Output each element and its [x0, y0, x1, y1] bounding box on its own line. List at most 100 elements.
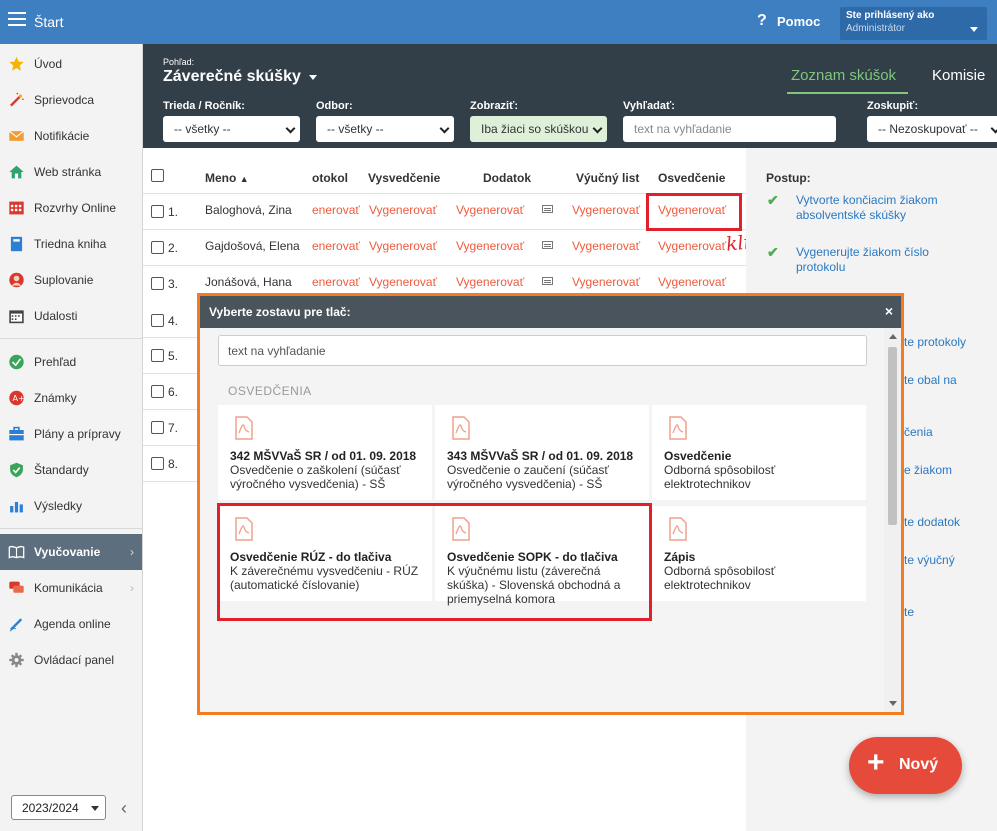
sidebar-item-uvod[interactable]: Úvod	[0, 46, 142, 82]
row-checkbox[interactable]	[151, 349, 164, 362]
book-icon	[10, 236, 23, 252]
modal-search-input[interactable]: text na vyhľadanie	[218, 335, 867, 366]
app-title[interactable]: Štart	[34, 14, 64, 30]
generate-protokol-link[interactable]: enerovať	[312, 203, 360, 217]
view-title[interactable]: Záverečné skúšky	[163, 68, 301, 86]
report-card[interactable]: 343 MŠVVaŠ SR / od 01. 09. 2018 Osvedčen…	[435, 405, 649, 500]
student-name[interactable]: Baloghová, Zina	[205, 203, 292, 217]
sidebar-item-label: Triedna kniha	[34, 237, 107, 251]
sidebar-item-ovladaci-panel[interactable]: Ovládací panel	[0, 642, 142, 678]
guide-step-link[interactable]: čenia	[904, 425, 933, 439]
guide-step-link[interactable]: te dodatok	[904, 515, 960, 529]
new-button[interactable]: + Nový	[849, 737, 962, 794]
sidebar-item-label: Udalosti	[34, 309, 78, 323]
chevron-down-icon	[285, 123, 296, 134]
chevron-down-icon[interactable]	[309, 75, 317, 80]
guide-step-link[interactable]: te obal na	[904, 373, 957, 387]
document-icon[interactable]	[542, 205, 553, 213]
guide-step-link[interactable]: te protokoly	[904, 335, 966, 349]
student-name[interactable]: Jonášová, Hana	[205, 275, 292, 289]
chevron-down-icon	[91, 806, 99, 811]
row-checkbox[interactable]	[151, 314, 164, 327]
sidebar-item-sprievodca[interactable]: Sprievodca	[0, 82, 142, 118]
zoskupit-select[interactable]: -- Nezoskupovať --	[867, 116, 997, 142]
zobrazit-select[interactable]: Iba žiaci so skúškou	[470, 116, 607, 142]
column-header-meno[interactable]: Meno ▲	[205, 171, 249, 185]
sidebar-item-znamky[interactable]: A+ Známky	[0, 380, 142, 416]
document-icon[interactable]	[542, 277, 553, 285]
sidebar-item-prehlad[interactable]: Prehľad	[0, 344, 142, 380]
sidebar-item-agenda[interactable]: Agenda online	[0, 606, 142, 642]
hamburger-menu-icon[interactable]	[8, 12, 26, 26]
guide-step-link[interactable]: Vytvorte končiacim žiakom absolventské s…	[796, 193, 976, 223]
guide-step-link[interactable]: te výučný	[904, 553, 955, 567]
trieda-select[interactable]: -- všetky --	[163, 116, 300, 142]
row-checkbox[interactable]	[151, 277, 164, 290]
column-header-osvedcenie[interactable]: Osvedčenie	[658, 171, 725, 185]
generate-protokol-link[interactable]: enerovať	[312, 275, 360, 289]
sidebar-item-komunikacia[interactable]: Komunikácia ›	[0, 570, 142, 606]
trieda-label: Trieda / Ročník:	[163, 100, 245, 112]
column-header-protokol[interactable]: otokol	[312, 171, 348, 185]
generate-vyucny-list-link[interactable]: Vygenerovať	[572, 203, 640, 217]
close-icon[interactable]: ×	[885, 303, 893, 319]
row-checkbox[interactable]	[151, 385, 164, 398]
column-header-dodatok[interactable]: Dodatok	[483, 171, 531, 185]
collapse-sidebar-icon[interactable]: ‹	[121, 798, 127, 819]
search-input[interactable]: text na vyhľadanie	[623, 116, 836, 142]
tab-komisie[interactable]: Komisie	[932, 67, 985, 84]
generate-vysvedcenie-link[interactable]: Vygenerovať	[369, 239, 437, 253]
row-checkbox[interactable]	[151, 241, 164, 254]
generate-vysvedcenie-link[interactable]: Vygenerovať	[369, 275, 437, 289]
sidebar-item-udalosti[interactable]: Udalosti	[0, 298, 142, 334]
modal-body: text na vyhľadanie OSVEDČENIA 342 MŠVVaŠ…	[200, 328, 884, 712]
sidebar-item-label: Notifikácie	[34, 129, 90, 143]
odbor-select[interactable]: -- všetky --	[316, 116, 454, 142]
column-header-vysvedcenie[interactable]: Vysvedčenie	[368, 171, 440, 185]
report-card[interactable]: Osvedčenie Odborná spôsobilosť elektrote…	[652, 405, 866, 500]
select-all-checkbox[interactable]	[151, 169, 164, 182]
user-menu[interactable]: Ste prihlásený ako Administrátor	[840, 7, 987, 40]
sidebar-item-notifikacie[interactable]: Notifikácie	[0, 118, 142, 154]
scroll-up-icon[interactable]	[889, 334, 897, 339]
generate-osvedcenie-link[interactable]: Vygenerovať	[658, 239, 726, 253]
row-checkbox[interactable]	[151, 421, 164, 434]
sidebar-item-plany[interactable]: Plány a prípravy	[0, 416, 142, 452]
report-card[interactable]: Zápis Odborná spôsobilosť elektrotechnik…	[652, 506, 866, 601]
guide-step-link[interactable]: te	[904, 605, 914, 619]
row-checkbox[interactable]	[151, 457, 164, 470]
year-select[interactable]: 2023/2024	[11, 795, 106, 820]
help-icon[interactable]: ?	[757, 12, 767, 30]
generate-osvedcenie-link[interactable]: Vygenerovať	[658, 275, 726, 289]
sidebar-item-vysledky[interactable]: Výsledky	[0, 488, 142, 524]
generate-dodatok-link[interactable]: Vygenerovať	[456, 275, 524, 289]
zobrazit-value: Iba žiaci so skúškou	[481, 122, 589, 136]
document-icon[interactable]	[542, 241, 553, 249]
sidebar-item-web[interactable]: Web stránka	[0, 154, 142, 190]
help-link[interactable]: Pomoc	[777, 14, 820, 29]
scroll-thumb[interactable]	[888, 347, 897, 525]
row-checkbox[interactable]	[151, 205, 164, 218]
scroll-down-icon[interactable]	[889, 701, 897, 706]
generate-dodatok-link[interactable]: Vygenerovať	[456, 239, 524, 253]
generate-vysvedcenie-link[interactable]: Vygenerovať	[369, 203, 437, 217]
column-header-vyucny-list[interactable]: Výučný list	[576, 171, 639, 185]
sidebar-item-standardy[interactable]: Štandardy	[0, 452, 142, 488]
sidebar-item-triedna-kniha[interactable]: Triedna kniha	[0, 226, 142, 262]
modal-scrollbar[interactable]	[884, 328, 901, 712]
pdf-file-icon	[235, 416, 253, 440]
guide-step-link[interactable]: Vygenerujte žiakom číslo protokolu	[796, 245, 976, 275]
generate-protokol-link[interactable]: enerovať	[312, 239, 360, 253]
generate-vyucny-list-link[interactable]: Vygenerovať	[572, 275, 640, 289]
sidebar-item-suplovanie[interactable]: Suplovanie	[0, 262, 142, 298]
sidebar-item-vyucovanie[interactable]: Vyučovanie ›	[0, 534, 142, 570]
generate-vyucny-list-link[interactable]: Vygenerovať	[572, 239, 640, 253]
new-button-label: Nový	[899, 756, 939, 773]
guide-step-link[interactable]: e žiakom	[904, 463, 952, 477]
sidebar-item-rozvrhy[interactable]: Rozvrhy Online	[0, 190, 142, 226]
tab-zoznam-skusok[interactable]: Zoznam skúšok	[791, 67, 896, 84]
report-card[interactable]: 342 MŠVVaŠ SR / od 01. 09. 2018 Osvedčen…	[218, 405, 432, 500]
student-name[interactable]: Gajdošová, Elena	[205, 239, 300, 253]
gear-icon	[9, 652, 24, 668]
generate-dodatok-link[interactable]: Vygenerovať	[456, 203, 524, 217]
